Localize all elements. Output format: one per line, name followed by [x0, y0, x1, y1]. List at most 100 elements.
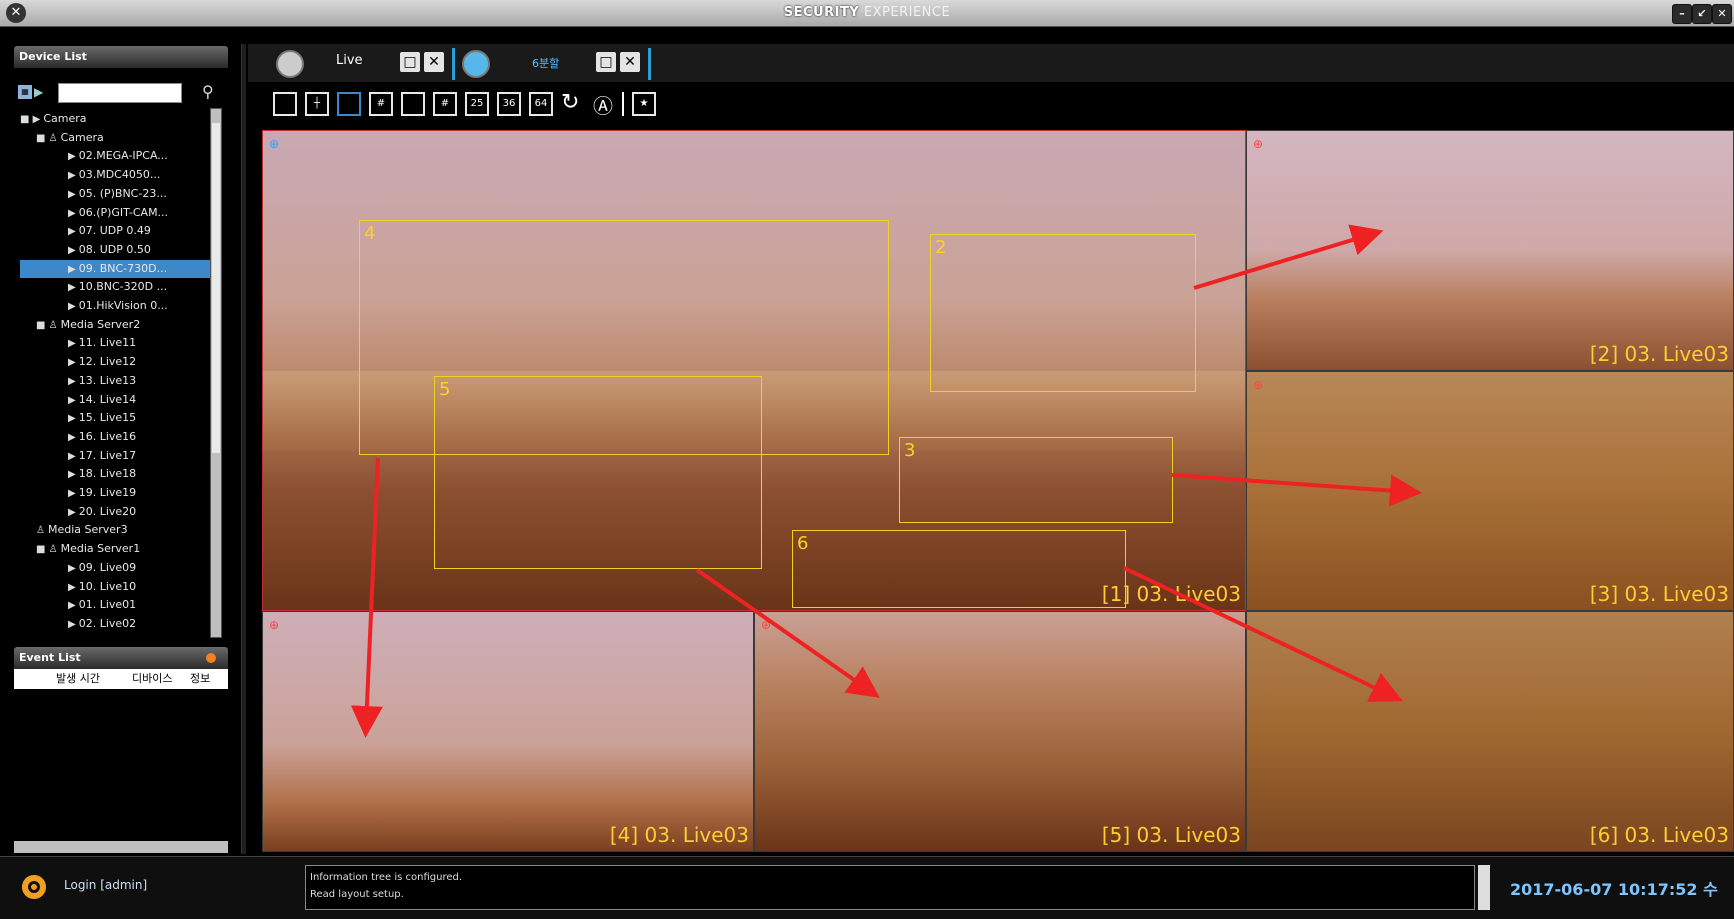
tree-item[interactable]: ▶ 09. BNC-730D...: [20, 259, 214, 278]
search-icon[interactable]: ⚲: [202, 82, 214, 101]
camera-view-icon[interactable]: ▶: [34, 85, 43, 99]
tree-item-label: 03.MDC4050...: [78, 168, 161, 182]
tree-item[interactable]: ▶ 11. Live11: [68, 334, 136, 352]
camera-icon: ▶: [68, 170, 76, 182]
tab-live-close-button[interactable]: ✕: [424, 52, 444, 72]
tree-item[interactable]: ▶ 14. Live14: [68, 391, 136, 409]
tab-split[interactable]: 6분할: [532, 55, 559, 71]
roi-box-2[interactable]: 2: [930, 234, 1196, 392]
tree-item[interactable]: ▶ 12. Live12: [68, 353, 136, 371]
tree-item[interactable]: ▶ 05. (P)BNC-23...: [68, 185, 167, 203]
video-cell-5[interactable]: ⊕ [5] 03. Live03: [754, 611, 1246, 852]
zoom-icon[interactable]: ⊕: [1253, 378, 1263, 392]
tree-item[interactable]: ■ ♙ Media Server2: [36, 316, 140, 334]
zoom-icon[interactable]: ⊕: [269, 137, 279, 151]
tab-split-close-button[interactable]: ✕: [620, 52, 640, 72]
tree-item[interactable]: ▶ 09. Live09: [68, 559, 136, 577]
group-view-icon[interactable]: ▦: [18, 85, 32, 99]
layout-4-icon[interactable]: ┼: [305, 92, 329, 116]
tree-item-label: 14. Live14: [78, 392, 137, 406]
tree-item[interactable]: ▶ 20. Live20: [68, 503, 136, 521]
tree-item[interactable]: ▶ 16. Live16: [68, 428, 136, 446]
video-cell-3[interactable]: ⊕ [3] 03. Live03: [1246, 371, 1734, 611]
layout-25-button[interactable]: 25: [465, 92, 489, 116]
tree-item[interactable]: ▶ 01. Live01: [68, 596, 136, 614]
split-tab-icon[interactable]: [462, 50, 490, 78]
tree-item[interactable]: ▶ 02. Live02: [68, 615, 136, 633]
camera-icon: ▶: [68, 488, 76, 499]
tree-item[interactable]: ▶ 02.MEGA-IPCA...: [68, 147, 168, 165]
layout-16-icon[interactable]: #: [433, 92, 457, 116]
login-status[interactable]: Login [admin]: [64, 878, 147, 892]
camera-icon: ▶: [68, 394, 76, 406]
roi-box-6[interactable]: 6: [792, 530, 1126, 608]
camera-icon: ▶: [68, 469, 76, 481]
tree-item[interactable]: ▶ 08. UDP 0.50: [68, 241, 151, 259]
close-button[interactable]: ✕: [1712, 4, 1732, 24]
tree-item[interactable]: ▶ 17. Live17: [68, 447, 136, 465]
tree-item[interactable]: ■ ♙ Media Server1: [36, 540, 140, 558]
gear-icon[interactable]: [22, 875, 46, 899]
tab-split-float-button[interactable]: □: [596, 52, 616, 72]
device-tree: ■ ▶ Camera ■ ♙ Camera ▶ 02.MEGA-IPCA... ▶ 03.MD…: [14, 110, 214, 638]
layout-64-button[interactable]: 64: [529, 92, 553, 116]
camera-icon: ▶: [68, 413, 76, 425]
tree-item[interactable]: ▶ 10.BNC-320D ...: [68, 278, 167, 296]
layout-6-icon[interactable]: [337, 92, 361, 116]
panel-splitter[interactable]: [241, 44, 246, 854]
tree-item[interactable]: ■ ♙ Camera: [36, 129, 104, 147]
rotate-icon[interactable]: ↻: [561, 90, 579, 115]
layout-9-icon[interactable]: #: [369, 92, 393, 116]
camera-icon: ▶: [68, 562, 76, 574]
video-cell-6[interactable]: [6] 03. Live03: [1246, 611, 1734, 852]
zoom-icon[interactable]: ⊕: [1253, 137, 1263, 151]
video-cell-2[interactable]: ⊕ [2] 03. Live03: [1246, 130, 1734, 371]
tab-separator: [452, 48, 455, 80]
message-log-scrollbar[interactable]: [1478, 865, 1490, 910]
auto-rotate-icon[interactable]: Ⓐ: [593, 90, 613, 119]
tree-item[interactable]: ▶ 01.HikVision 0...: [68, 297, 168, 315]
tab-live[interactable]: Live: [336, 53, 363, 68]
message-log: Information tree is configured. Read lay…: [305, 865, 1475, 910]
device-search-input[interactable]: [58, 83, 182, 103]
layout-10-icon[interactable]: [401, 92, 425, 116]
col-device[interactable]: 디바이스: [132, 669, 172, 689]
tree-item[interactable]: ■ ▶ Camera: [20, 110, 87, 128]
event-list-header: Event List: [14, 647, 228, 669]
camera-icon: ▶: [68, 207, 76, 219]
tab-live-float-button[interactable]: □: [400, 52, 420, 72]
layout-1-icon[interactable]: [273, 92, 297, 116]
layout-36-button[interactable]: 36: [497, 92, 521, 116]
video-cell-4[interactable]: ⊕ [4] 03. Live03: [262, 611, 754, 852]
roi-box-3[interactable]: 3: [899, 437, 1173, 523]
live-tab-icon[interactable]: [276, 50, 304, 78]
tree-item[interactable]: ▶ 03.MDC4050...: [68, 166, 160, 184]
tree-item-label: 17. Live17: [78, 448, 137, 462]
device-tree-scrollbar[interactable]: [210, 108, 222, 638]
zoom-icon[interactable]: ⊕: [761, 618, 771, 632]
video-cell-1[interactable]: ⊕ 4 2 5 3 6 [1] 03. Live03: [262, 130, 1246, 611]
tree-item[interactable]: ▶ 06.(P)GIT-CAM...: [68, 204, 168, 222]
col-info[interactable]: 정보: [190, 669, 210, 689]
zoom-icon[interactable]: ⊕: [269, 618, 279, 632]
tree-item[interactable]: ▶ 13. Live13: [68, 372, 136, 390]
toolbar-divider: [622, 92, 624, 116]
tree-item-label: 06.(P)GIT-CAM...: [78, 205, 169, 219]
tree-item-label: 10. Live10: [78, 579, 137, 593]
tree-item[interactable]: ▶ 15. Live15: [68, 409, 136, 427]
tree-item-label: 05. (P)BNC-23...: [78, 186, 167, 200]
tree-item[interactable]: ▶ 19. Live19: [68, 484, 136, 502]
tree-item[interactable]: ♙ Media Server3: [36, 521, 128, 539]
favorite-icon[interactable]: ★: [632, 92, 656, 116]
roi-box-5[interactable]: 5: [434, 376, 762, 569]
tree-item[interactable]: ▶ 07. UDP 0.49: [68, 222, 151, 240]
col-time[interactable]: 발생 시간: [56, 669, 100, 689]
camera-icon: ▶: [68, 263, 76, 275]
tree-item-label: Media Server1: [60, 542, 141, 556]
restore-button[interactable]: ↙: [1692, 4, 1712, 24]
tree-item-label: 09. Live09: [78, 560, 137, 574]
minimize-button[interactable]: –: [1672, 4, 1692, 24]
tree-item[interactable]: ▶ 10. Live10: [68, 578, 136, 596]
event-list-scrollbar[interactable]: [14, 841, 228, 853]
tree-item[interactable]: ▶ 18. Live18: [68, 465, 136, 483]
